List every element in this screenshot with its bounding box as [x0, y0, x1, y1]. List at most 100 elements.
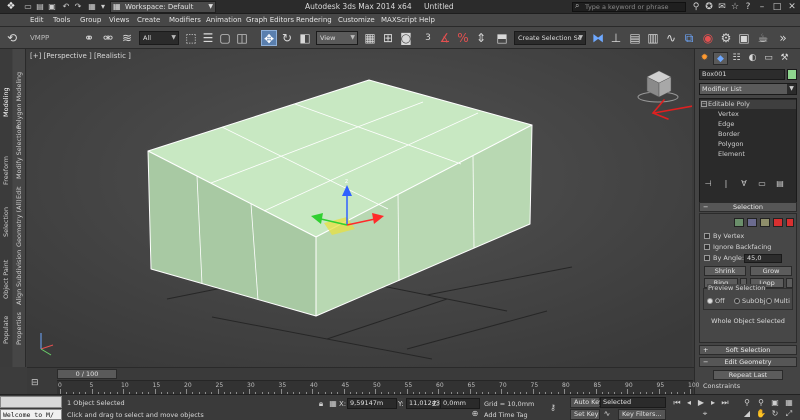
- minimize-icon[interactable]: –: [756, 1, 768, 13]
- time-config-icon[interactable]: ⌖: [700, 409, 710, 419]
- ribbon-tab-freeform[interactable]: Freeform: [2, 156, 10, 185]
- zoom-extents-icon[interactable]: ▣: [770, 398, 780, 408]
- select-object-icon[interactable]: ⬚: [183, 30, 199, 46]
- ribbon-panel-modify-selection[interactable]: Modify Selection: [15, 125, 23, 179]
- by-vertex-checkbox[interactable]: By Vertex: [704, 232, 794, 241]
- render-production-icon[interactable]: ☕: [755, 30, 771, 46]
- link-icon[interactable]: ⚭: [81, 30, 97, 46]
- menu-tools[interactable]: Tools: [53, 16, 70, 24]
- redo-icon[interactable]: ↷: [72, 2, 84, 12]
- play-icon[interactable]: ▶: [696, 398, 706, 408]
- modifier-list-dropdown[interactable]: Modifier List ▼: [699, 83, 797, 95]
- selection-region-icon[interactable]: ▢: [217, 30, 233, 46]
- layer-manager-icon[interactable]: ▤: [627, 30, 643, 46]
- menu-group[interactable]: Group: [80, 16, 101, 24]
- show-end-result-icon[interactable]: |: [719, 178, 733, 190]
- save-file-icon[interactable]: ▣: [46, 2, 58, 12]
- close-icon[interactable]: ✕: [786, 1, 798, 13]
- bind-space-warp-icon[interactable]: ≋: [119, 30, 135, 46]
- maxscript-listener-input[interactable]: Welcome to M/: [0, 409, 62, 420]
- element-mode-icon[interactable]: [786, 218, 794, 227]
- ribbon-panel-polygon-modeling[interactable]: Polygon Modeling: [15, 72, 23, 129]
- configure-modifier-sets-icon[interactable]: ▤: [773, 178, 787, 190]
- ribbon-panel-subdivision[interactable]: Subdivision: [15, 250, 23, 287]
- x-coordinate-field[interactable]: 9,59147m: [347, 398, 397, 409]
- ribbon-tab-modeling[interactable]: Modeling: [2, 87, 10, 117]
- manipulate-icon[interactable]: ⊞: [380, 30, 396, 46]
- zoom-icon[interactable]: ⚲: [742, 398, 752, 408]
- align-icon[interactable]: ⊥: [608, 30, 624, 46]
- stack-item-edge[interactable]: Edge: [700, 120, 796, 129]
- stack-item-border[interactable]: Border: [700, 130, 796, 139]
- curve-editor-icon[interactable]: ∿: [663, 30, 679, 46]
- set-key-button[interactable]: Set Key: [570, 409, 600, 420]
- preview-off-radio[interactable]: Off: [707, 297, 725, 305]
- spinner-snap-icon[interactable]: ⇕: [473, 30, 489, 46]
- quick-access-dropdown-icon[interactable]: ▾: [97, 2, 109, 12]
- collapse-icon[interactable]: −: [701, 101, 707, 107]
- by-angle-spinner[interactable]: 45,0: [744, 254, 782, 263]
- reference-coordinate-dropdown[interactable]: View ▼: [316, 31, 358, 45]
- absolute-mode-icon[interactable]: ▦: [328, 399, 338, 409]
- ignore-backfacing-checkbox[interactable]: Ignore Backfacing: [704, 243, 794, 252]
- toolbar-overflow-icon[interactable]: »: [775, 30, 791, 46]
- polygon-mode-icon[interactable]: [773, 218, 783, 227]
- key-selection-dropdown[interactable]: Selected: [600, 397, 666, 408]
- menu-modifiers[interactable]: Modifiers: [169, 16, 201, 24]
- key-filters-button[interactable]: Key Filters...: [618, 409, 666, 420]
- unlink-icon[interactable]: ⚮: [100, 30, 116, 46]
- graphite-toggle-icon[interactable]: ▥: [645, 30, 661, 46]
- rotate-icon[interactable]: ↻: [279, 30, 295, 46]
- modify-tab-icon[interactable]: ◆: [713, 52, 728, 65]
- move-icon[interactable]: ✥: [261, 30, 277, 46]
- remove-modifier-icon[interactable]: ▭: [755, 178, 769, 190]
- maxscript-listener-output[interactable]: [0, 396, 62, 408]
- menu-animation[interactable]: Animation: [206, 16, 242, 24]
- communication-icon[interactable]: ✉: [716, 1, 728, 13]
- ribbon-tab-object-paint[interactable]: Object Paint: [2, 260, 10, 299]
- ribbon-tab-populate[interactable]: Populate: [2, 316, 10, 344]
- pin-stack-icon[interactable]: ⊣: [701, 178, 715, 190]
- make-unique-icon[interactable]: ∀: [737, 178, 751, 190]
- menu-help[interactable]: Help: [419, 16, 435, 24]
- pan-icon[interactable]: ✋: [756, 409, 766, 419]
- go-to-end-icon[interactable]: ⏭: [720, 398, 730, 408]
- soft-selection-rollout-header[interactable]: + Soft Selection: [699, 345, 797, 355]
- z-coordinate-field[interactable]: 0,0mm: [440, 398, 480, 409]
- loop-spinner[interactable]: [786, 278, 793, 288]
- menu-edit[interactable]: Edit: [30, 16, 44, 24]
- field-of-view-icon[interactable]: ◢: [742, 409, 752, 419]
- stack-item-polygon[interactable]: Polygon: [700, 140, 796, 149]
- maximize-viewport-icon[interactable]: ⤢: [784, 409, 794, 419]
- menu-customize[interactable]: Customize: [338, 16, 375, 24]
- stack-item-element[interactable]: Element: [700, 150, 796, 159]
- undo-icon[interactable]: ↶: [60, 2, 72, 12]
- named-selection-set-dropdown[interactable]: Create Selection Se ▼: [514, 31, 586, 45]
- snaps-toggle-icon[interactable]: 3: [420, 30, 436, 46]
- render-setup-icon[interactable]: ⚙: [718, 30, 734, 46]
- viewport-label[interactable]: [+] [Perspective ] [Realistic ]: [30, 52, 131, 60]
- create-tab-icon[interactable]: ✹: [697, 52, 712, 65]
- object-color-swatch[interactable]: [787, 69, 797, 80]
- material-editor-icon[interactable]: ◉: [700, 30, 716, 46]
- stack-item-editable-poly[interactable]: − Editable Poly: [700, 100, 796, 109]
- ribbon-panel-edit[interactable]: Edit: [15, 186, 23, 199]
- utilities-tab-icon[interactable]: ⚒: [777, 52, 792, 65]
- go-to-start-icon[interactable]: ⏮: [672, 398, 682, 408]
- border-mode-icon[interactable]: [760, 218, 770, 227]
- next-frame-icon[interactable]: ▸: [708, 398, 718, 408]
- percent-snap-icon[interactable]: %: [455, 30, 471, 46]
- menu-rendering[interactable]: Rendering: [296, 16, 332, 24]
- key-icon[interactable]: ⚷: [548, 403, 558, 413]
- selection-rollout-header[interactable]: − Selection: [699, 202, 797, 212]
- rendered-frame-window-icon[interactable]: ▣: [736, 30, 752, 46]
- help-icon[interactable]: ?: [742, 1, 754, 13]
- hierarchy-tab-icon[interactable]: ☷: [729, 52, 744, 65]
- lock-selection-icon[interactable]: 🔒︎: [316, 399, 326, 409]
- menu-graph-editors[interactable]: Graph Editors: [246, 16, 294, 24]
- ribbon-panel-geometry[interactable]: Geometry (All): [15, 199, 23, 247]
- preview-subobj-radio[interactable]: SubObj: [734, 297, 765, 305]
- orbit-icon[interactable]: ↻: [770, 409, 780, 419]
- previous-frame-icon[interactable]: ◂: [684, 398, 694, 408]
- menu-create[interactable]: Create: [137, 16, 160, 24]
